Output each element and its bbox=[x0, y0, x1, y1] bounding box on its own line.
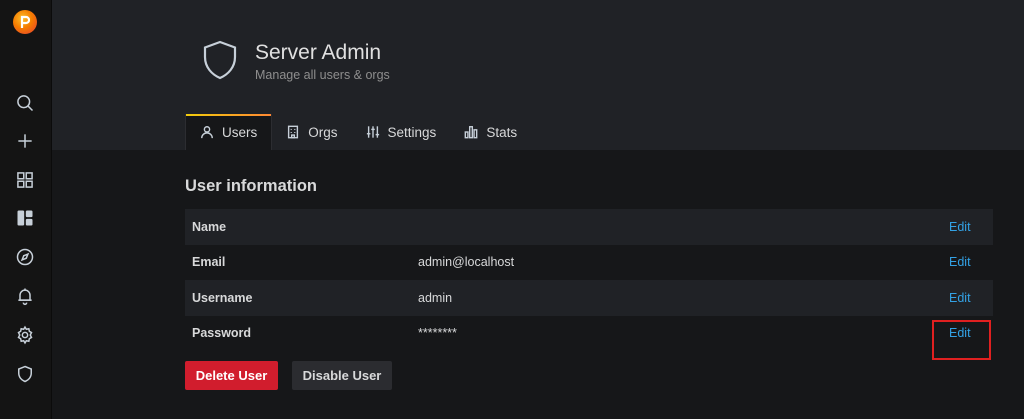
page-title: Server Admin bbox=[255, 41, 382, 64]
disable-user-button[interactable]: Disable User bbox=[292, 361, 392, 390]
shield-icon bbox=[202, 40, 238, 80]
tab-label: Users bbox=[222, 124, 258, 140]
page-header: Server Admin Manage all users & orgs Use… bbox=[52, 0, 1024, 150]
page-subtitle: Manage all users & orgs bbox=[255, 68, 390, 82]
row-value: admin@localhost bbox=[418, 255, 515, 270]
edit-email-button[interactable]: Edit bbox=[949, 255, 971, 269]
user-icon bbox=[201, 126, 213, 139]
row-value: ******** bbox=[418, 326, 457, 341]
tab-label: Settings bbox=[387, 124, 437, 140]
compass-icon[interactable] bbox=[14, 246, 36, 268]
row-value: admin bbox=[418, 290, 453, 305]
tab-orgs[interactable]: Orgs bbox=[272, 114, 351, 150]
tab-users[interactable]: Users bbox=[185, 114, 273, 150]
edit-username-button[interactable]: Edit bbox=[949, 291, 971, 305]
bar-chart-icon bbox=[464, 126, 478, 139]
user-info-table: Name Edit Email admin@localhost Edit Use… bbox=[185, 209, 993, 351]
tab-label: Orgs bbox=[308, 124, 338, 140]
row-label: Name bbox=[192, 219, 227, 234]
logo-icon[interactable] bbox=[13, 10, 37, 34]
table-row-password: Password ******** Edit bbox=[185, 316, 993, 352]
row-label: Email bbox=[192, 255, 226, 270]
tab-bar: Users Orgs Settings Stats bbox=[185, 114, 531, 150]
plus-icon[interactable] bbox=[14, 130, 36, 152]
section-title: User information bbox=[185, 177, 318, 195]
sliders-icon bbox=[366, 126, 379, 138]
building-icon bbox=[288, 125, 299, 139]
tab-settings[interactable]: Settings bbox=[352, 114, 451, 150]
bell-icon[interactable] bbox=[14, 285, 36, 307]
table-row-name: Name Edit bbox=[185, 209, 993, 245]
row-label: Username bbox=[192, 290, 253, 305]
logo-glyph bbox=[20, 15, 30, 28]
sidebar bbox=[0, 0, 52, 419]
edit-name-button[interactable]: Edit bbox=[949, 220, 971, 234]
table-row-username: Username admin Edit bbox=[185, 280, 993, 316]
table-row-email: Email admin@localhost Edit bbox=[185, 245, 993, 281]
delete-user-button[interactable]: Delete User bbox=[185, 361, 278, 390]
tab-label: Stats bbox=[486, 124, 518, 140]
apps-icon[interactable] bbox=[14, 207, 36, 229]
highlight-annotation bbox=[932, 320, 991, 360]
row-label: Password bbox=[192, 326, 252, 341]
gear-icon[interactable] bbox=[14, 324, 36, 346]
tab-stats[interactable]: Stats bbox=[450, 114, 531, 150]
dashboards-icon[interactable] bbox=[14, 169, 36, 191]
shield-icon[interactable] bbox=[14, 363, 36, 385]
search-icon[interactable] bbox=[14, 92, 36, 114]
